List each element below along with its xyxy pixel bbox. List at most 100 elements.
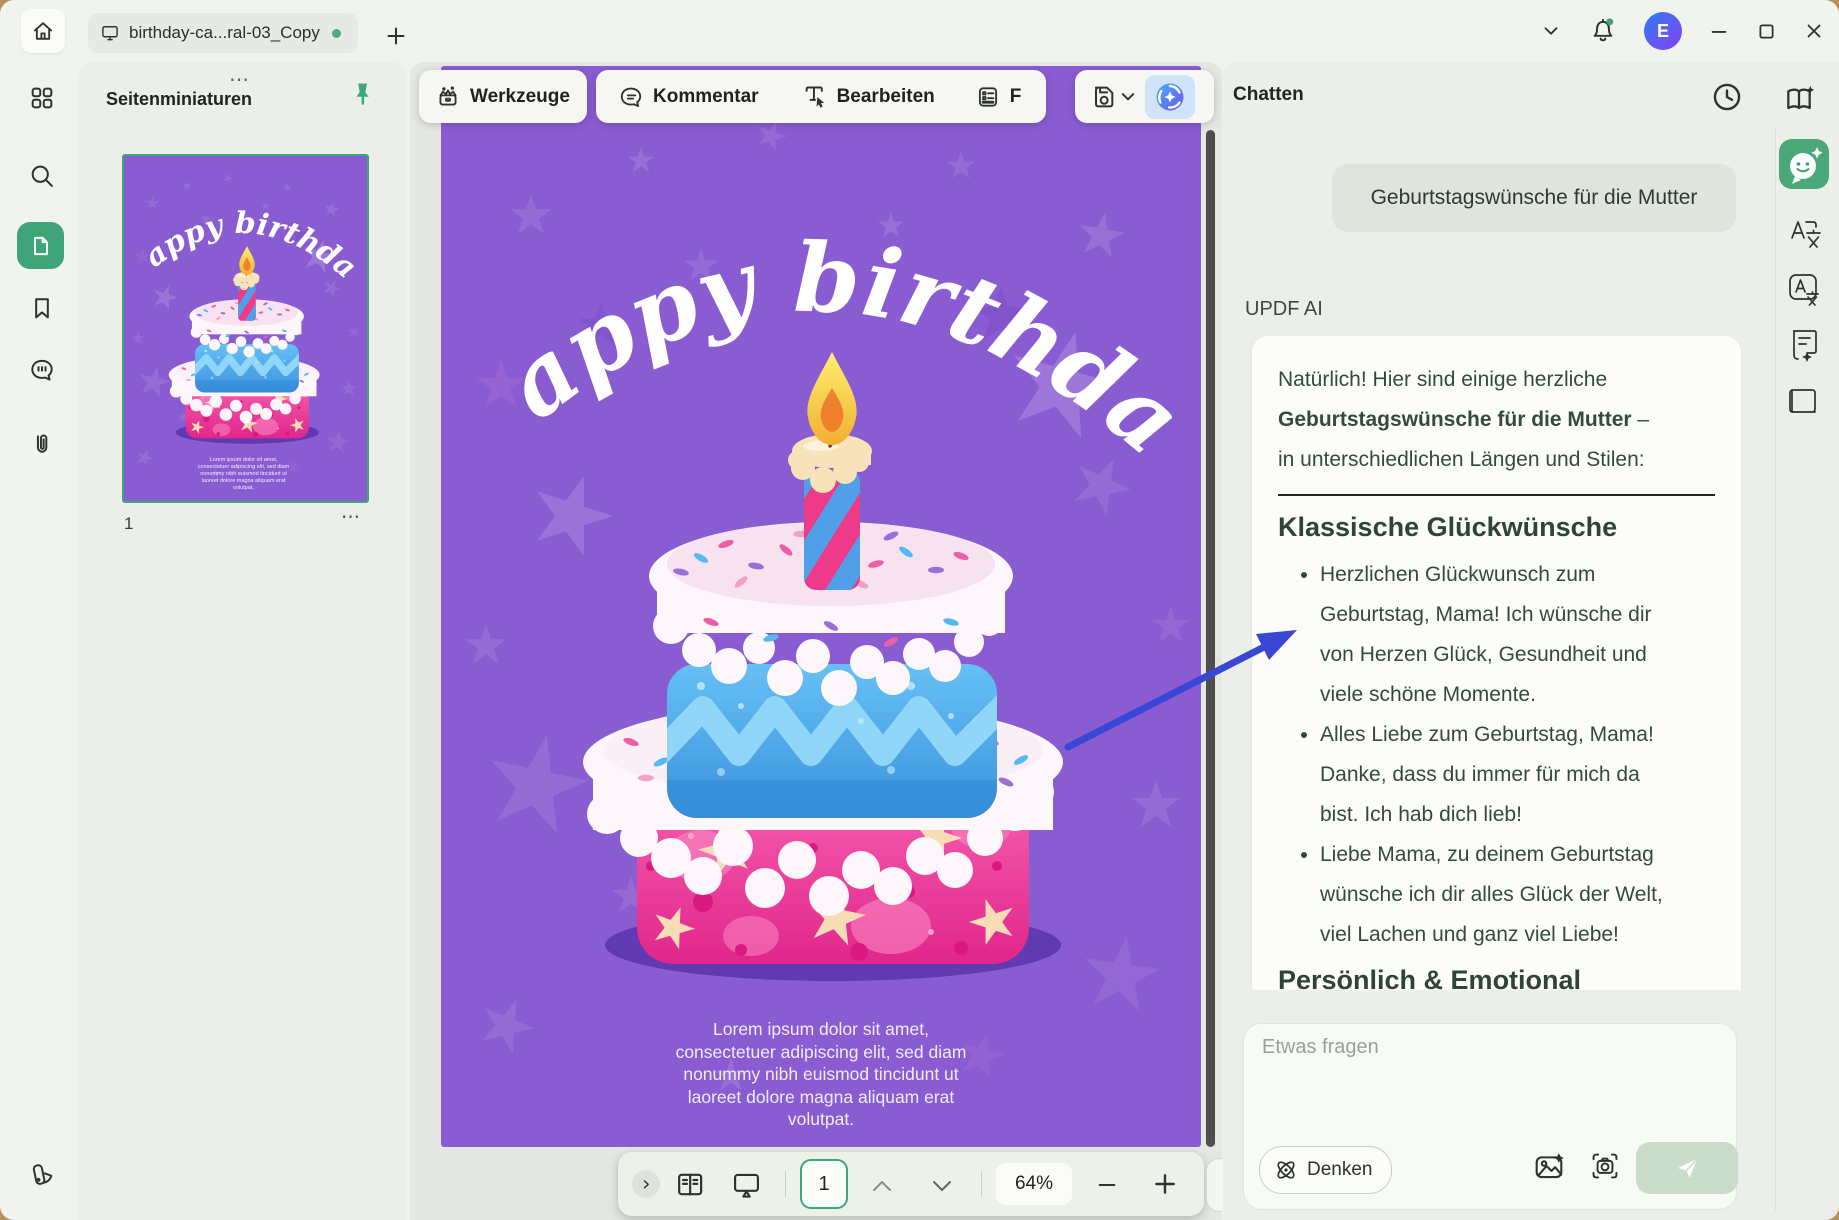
zoom-value: 64% xyxy=(1014,1173,1054,1194)
book-icon xyxy=(1789,389,1816,413)
book-tab[interactable] xyxy=(1779,376,1829,426)
card-body-text: Lorem ipsum dolor sit amet, consectetuer… xyxy=(197,455,290,491)
summarize-icon xyxy=(1793,330,1817,362)
list-item: Liebe Mama, zu deinem Geburtstag wünsche… xyxy=(1320,835,1715,955)
thumbnail-page-number: 1 xyxy=(124,514,134,533)
clipped-toolbar-fragment xyxy=(1206,1158,1222,1212)
zoom-out-icon[interactable] xyxy=(1096,1174,1118,1196)
page-number-input[interactable]: 1 xyxy=(800,1159,848,1209)
expand-button[interactable] xyxy=(632,1170,660,1198)
comment-icon[interactable] xyxy=(28,356,56,384)
image-sparkle-icon[interactable] xyxy=(1533,1150,1565,1182)
section-heading: Klassische Glückwünsche xyxy=(1278,512,1618,542)
intro-line1: Natürlich! Hier sind einige herzliche xyxy=(1278,368,1608,391)
screenshot-icon[interactable] xyxy=(1589,1150,1621,1182)
form-icon xyxy=(978,86,997,107)
ai-message-bubble: Natürlich! Hier sind einige herzliche Ge… xyxy=(1252,336,1741,990)
comment-label: Kommentar xyxy=(653,85,759,107)
summarize-tab[interactable] xyxy=(1779,320,1829,370)
edit-text-icon xyxy=(805,86,824,108)
zoom-level[interactable]: 64% xyxy=(996,1163,1072,1205)
chat-panel: Chatten Geburtstagswünsche für die Mutte… xyxy=(1223,62,1839,1220)
page-thumbnails-icon xyxy=(33,236,48,255)
document-card[interactable]: Happy birthday xyxy=(441,66,1201,1147)
translate-icon xyxy=(1791,221,1821,248)
document-scrollbar[interactable] xyxy=(1206,130,1215,1147)
birthday-card-art: Happy birthday xyxy=(441,66,1201,1091)
presentation-icon[interactable] xyxy=(730,1169,763,1200)
comment-mode-button[interactable]: Kommentar xyxy=(596,70,775,123)
swatches-icon[interactable] xyxy=(28,1160,56,1188)
bookmark-icon[interactable] xyxy=(28,294,56,322)
history-icon[interactable] xyxy=(1710,80,1744,114)
save-toolbar xyxy=(1075,70,1214,123)
thumbnails-panel: ⋯ Seitenminiaturen appy birthda Lorem ip… xyxy=(79,62,406,1220)
comment-bubble-icon xyxy=(620,87,642,107)
search-icon[interactable] xyxy=(28,162,56,190)
section-heading-clipped: Persönlich & Emotional xyxy=(1278,965,1582,990)
handle-dots: ⋯ xyxy=(229,69,252,91)
translate-box-icon xyxy=(1789,274,1819,306)
chat-input-card: Denken xyxy=(1243,1023,1738,1210)
ai-chat-tab[interactable] xyxy=(1779,139,1829,189)
save-chevron-icon[interactable] xyxy=(1121,90,1135,104)
reader-view-icon[interactable] xyxy=(674,1169,705,1200)
tab-title: birthday-ca...ral-03_Copy xyxy=(129,23,320,42)
tools-icon xyxy=(439,85,457,106)
list-item: Herzlichen Glückwunsch zum Geburtstag, M… xyxy=(1320,555,1715,715)
zoom-in-icon[interactable] xyxy=(1152,1171,1178,1197)
minimize-icon[interactable] xyxy=(1708,20,1730,42)
unsaved-dot xyxy=(331,28,341,38)
mode-toolbar: Kommentar Bearbeiten F xyxy=(596,70,1046,123)
send-button[interactable] xyxy=(1636,1142,1738,1194)
avatar-initial: E xyxy=(1656,20,1669,41)
chat-header-title: Chatten xyxy=(1233,84,1304,105)
top-bar: birthday-ca...ral-03_Copy E xyxy=(0,0,1839,62)
ai-sender-label: UPDF AI xyxy=(1245,298,1323,320)
save-icon[interactable] xyxy=(1089,83,1117,111)
translate-tab[interactable] xyxy=(1779,208,1829,258)
page-thumbnail[interactable]: Happy birthday xyxy=(122,154,369,503)
intro-line2: in unterschiedlichen Längen und Stilen: xyxy=(1278,448,1645,471)
document-viewport: Happy birthday xyxy=(410,62,1222,1220)
tools-button[interactable]: Werkzeuge xyxy=(419,70,587,123)
grid-icon[interactable] xyxy=(28,84,56,112)
message-divider xyxy=(1278,494,1715,496)
add-tab-icon[interactable] xyxy=(384,24,408,48)
atom-icon xyxy=(1277,1161,1295,1179)
ai-book-icon[interactable] xyxy=(1783,82,1815,114)
intro-bold: Geburtstagswünsche für die Mutter xyxy=(1278,408,1632,431)
home-icon xyxy=(33,22,53,40)
user-message-text: Geburtstagswünsche für die Mutter xyxy=(1370,186,1698,209)
form-label: F xyxy=(1009,85,1022,107)
list-item: Alles Liebe zum Geburtstag, Mama! Danke,… xyxy=(1320,715,1715,835)
document-card[interactable]: Happy birthday xyxy=(124,156,363,496)
avatar[interactable]: E xyxy=(1644,12,1682,50)
thumbnail-more-button[interactable]: ⋯ xyxy=(341,506,362,529)
sidebar-item-thumbnails[interactable] xyxy=(17,222,64,269)
card-body-text: Lorem ipsum dolor sit amet, consectetuer… xyxy=(675,1019,967,1129)
page-up-icon[interactable] xyxy=(870,1178,894,1194)
updf-ai-button[interactable] xyxy=(1144,74,1195,119)
wishes-list: Herzlichen Glückwunsch zum Geburtstag, M… xyxy=(1278,555,1715,955)
notification-bell-icon[interactable] xyxy=(1588,15,1618,47)
close-icon[interactable] xyxy=(1803,20,1825,42)
chat-input[interactable] xyxy=(1260,1034,1704,1108)
maximize-icon[interactable] xyxy=(1756,21,1777,42)
birthday-card-art: Happy birthday xyxy=(124,156,363,479)
document-tab[interactable]: birthday-ca...ral-03_Copy xyxy=(88,13,358,53)
attachment-icon[interactable] xyxy=(28,430,56,458)
expand-icon xyxy=(643,1180,649,1189)
home-button[interactable] xyxy=(21,9,65,53)
window-controls: E xyxy=(1540,0,1825,62)
ai-intro-paragraph: Natürlich! Hier sind einige herzliche Ge… xyxy=(1278,360,1715,480)
think-button[interactable]: Denken xyxy=(1259,1146,1392,1194)
pin-icon[interactable] xyxy=(347,79,377,113)
translate-page-tab[interactable] xyxy=(1779,264,1829,314)
think-button-label: Denken xyxy=(1307,1159,1373,1180)
form-mode-button[interactable]: F xyxy=(951,70,1038,123)
page-down-icon[interactable] xyxy=(930,1178,954,1194)
edit-label: Bearbeiten xyxy=(836,85,935,107)
dropdown-chevron-icon[interactable] xyxy=(1540,20,1562,42)
edit-mode-button[interactable]: Bearbeiten xyxy=(775,70,951,123)
